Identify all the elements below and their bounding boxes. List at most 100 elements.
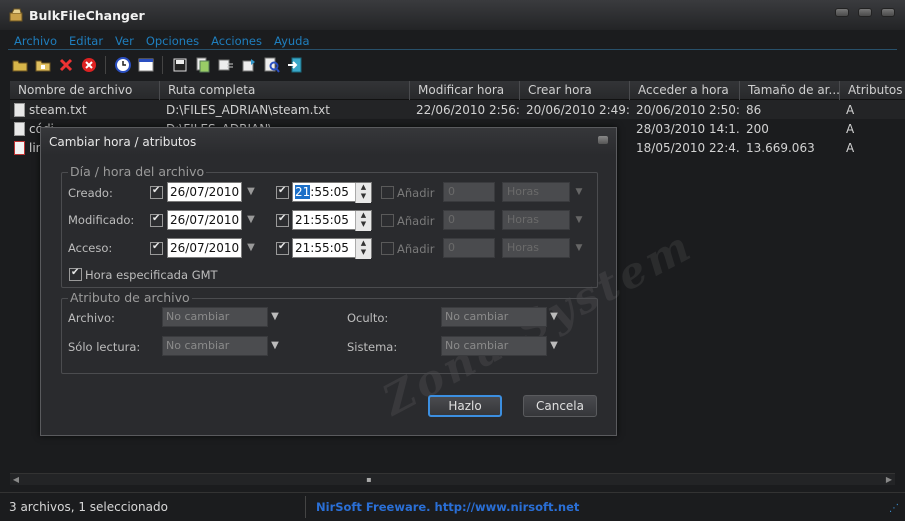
column-header-accessed[interactable]: Acceder a hora <box>630 81 740 100</box>
access-time-checkbox[interactable] <box>276 241 289 255</box>
chevron-down-icon[interactable]: ▼ <box>547 307 561 327</box>
modified-date-input[interactable]: 26/07/2010 <box>167 210 242 230</box>
system-attr-select[interactable]: No cambiar <box>441 336 547 356</box>
folder-add-icon[interactable] <box>33 56 52 75</box>
chevron-down-icon[interactable]: ▼ <box>244 210 258 230</box>
spin-up-icon[interactable]: ▲ <box>356 239 371 248</box>
created-add-checkbox[interactable] <box>381 186 394 199</box>
cell-attributes: A <box>846 121 855 136</box>
column-header-modified[interactable]: Modificar hora <box>410 81 520 100</box>
title-bar: BulkFileChanger <box>0 0 905 30</box>
modified-add-checkbox[interactable] <box>381 214 394 227</box>
exit-icon[interactable] <box>285 56 304 75</box>
spin-up-icon[interactable]: ▲ <box>356 183 371 192</box>
created-time-checkbox[interactable] <box>276 185 289 199</box>
scroll-thumb-icon[interactable]: ▪ <box>364 475 374 485</box>
minimize-button[interactable] <box>835 8 849 17</box>
created-add-unit: Horas <box>502 182 570 202</box>
maximize-button[interactable] <box>858 8 872 17</box>
copy-icon[interactable] <box>193 56 212 75</box>
menu-ver[interactable]: Ver <box>115 34 134 48</box>
access-add-value: 0 <box>443 238 495 258</box>
menu-bar: Archivo Editar Ver Opciones Acciones Ayu… <box>8 33 897 50</box>
chevron-down-icon[interactable]: ▼ <box>547 336 561 356</box>
column-header-name[interactable]: Nombre de archivo <box>10 81 160 100</box>
created-add-label: Añadir <box>397 186 435 200</box>
dialog-title-bar: Cambiar hora / atributos <box>41 128 616 155</box>
table-row[interactable]: steam.txt D:\FILES_ADRIAN\steam.txt 22/0… <box>10 100 905 119</box>
access-add-checkbox[interactable] <box>381 242 394 255</box>
horizontal-scrollbar[interactable]: ◀ ▪ ▶ <box>10 473 895 485</box>
menu-editar[interactable]: Editar <box>69 34 103 48</box>
toolbar-separator <box>105 56 106 74</box>
cell-attributes: A <box>846 140 855 155</box>
save-icon[interactable] <box>170 56 189 75</box>
menu-acciones[interactable]: Acciones <box>211 34 262 48</box>
hidden-attr-select[interactable]: No cambiar <box>441 307 547 327</box>
spin-down-icon[interactable]: ▼ <box>356 220 371 229</box>
modified-date-checkbox[interactable] <box>150 213 163 227</box>
modified-time-checkbox[interactable] <box>276 213 289 227</box>
archive-attr-select[interactable]: No cambiar <box>162 307 268 327</box>
chevron-down-icon: ▼ <box>575 215 583 225</box>
scroll-right-icon[interactable]: ▶ <box>884 475 894 485</box>
created-add-value: 0 <box>443 182 495 202</box>
time-spinner[interactable]: ▲ ▼ <box>355 239 371 259</box>
chevron-down-icon[interactable]: ▼ <box>244 238 258 258</box>
cell-size: 13.669.063 <box>746 140 815 155</box>
chevron-down-icon: ▼ <box>575 243 583 253</box>
delete-icon[interactable] <box>56 56 75 75</box>
access-date-input[interactable]: 26/07/2010 <box>167 238 242 258</box>
cell-accessed: 20/06/2010 2:50:... <box>636 102 740 117</box>
created-date-checkbox[interactable] <box>150 185 163 199</box>
cell-modified: 22/06/2010 2:56:... <box>416 102 520 117</box>
window-controls <box>835 8 895 17</box>
access-label: Acceso: <box>68 241 113 255</box>
menu-ayuda[interactable]: Ayuda <box>274 34 310 48</box>
window-title: BulkFileChanger <box>29 7 145 23</box>
created-label: Creado: <box>68 186 113 200</box>
refresh-icon[interactable] <box>239 56 258 75</box>
spin-down-icon[interactable]: ▼ <box>356 248 371 257</box>
time-selection: 21 <box>295 185 311 199</box>
modified-time-input[interactable]: 21:55:05 ▲ ▼ <box>292 210 372 231</box>
chevron-down-icon[interactable]: ▼ <box>268 307 282 327</box>
time-value: 21:55:05 <box>295 241 349 255</box>
access-time-input[interactable]: 21:55:05 ▲ ▼ <box>292 238 372 259</box>
nirsoft-link[interactable]: NirSoft Freeware. http://www.nirsoft.net <box>306 500 579 514</box>
gmt-checkbox[interactable] <box>69 267 82 281</box>
chevron-down-icon[interactable]: ▼ <box>244 182 258 202</box>
created-time-input[interactable]: 21:55:05 ▲ ▼ <box>292 182 372 203</box>
stop-icon[interactable] <box>79 56 98 75</box>
modified-add-label: Añadir <box>397 214 435 228</box>
status-count: 3 archivos, 1 seleccionado <box>0 496 306 518</box>
archive-attr-label: Archivo: <box>68 311 115 325</box>
window-icon[interactable] <box>136 56 155 75</box>
time-spinner[interactable]: ▲ ▼ <box>355 183 371 203</box>
close-button[interactable] <box>881 8 895 17</box>
spin-down-icon[interactable]: ▼ <box>356 192 371 201</box>
column-header-path[interactable]: Ruta completa <box>160 81 410 100</box>
clock-icon[interactable] <box>113 56 132 75</box>
menu-archivo[interactable]: Archivo <box>14 34 57 48</box>
file-icon <box>14 121 25 136</box>
access-date-checkbox[interactable] <box>150 241 163 255</box>
time-spinner[interactable]: ▲ ▼ <box>355 211 371 231</box>
pdf-file-icon <box>14 140 25 155</box>
properties-icon[interactable] <box>216 56 235 75</box>
menu-opciones[interactable]: Opciones <box>146 34 199 48</box>
created-date-input[interactable]: 26/07/2010 <box>167 182 242 202</box>
dialog-minimize-button[interactable] <box>598 136 608 144</box>
column-header-size[interactable]: Tamaño de ar... <box>740 81 840 100</box>
resize-grip-icon[interactable]: ⋰ <box>889 503 899 514</box>
spin-up-icon[interactable]: ▲ <box>356 211 371 220</box>
scroll-left-icon[interactable]: ◀ <box>11 475 21 485</box>
column-header-attributes[interactable]: Atributos <box>840 81 905 100</box>
column-header-created[interactable]: Crear hora <box>520 81 630 100</box>
chevron-down-icon[interactable]: ▼ <box>268 336 282 356</box>
search-icon[interactable] <box>262 56 281 75</box>
readonly-attr-select[interactable]: No cambiar <box>162 336 268 356</box>
folder-open-icon[interactable] <box>10 56 29 75</box>
cancel-button[interactable]: Cancela <box>523 395 597 417</box>
do-it-button[interactable]: Hazlo <box>428 395 502 417</box>
